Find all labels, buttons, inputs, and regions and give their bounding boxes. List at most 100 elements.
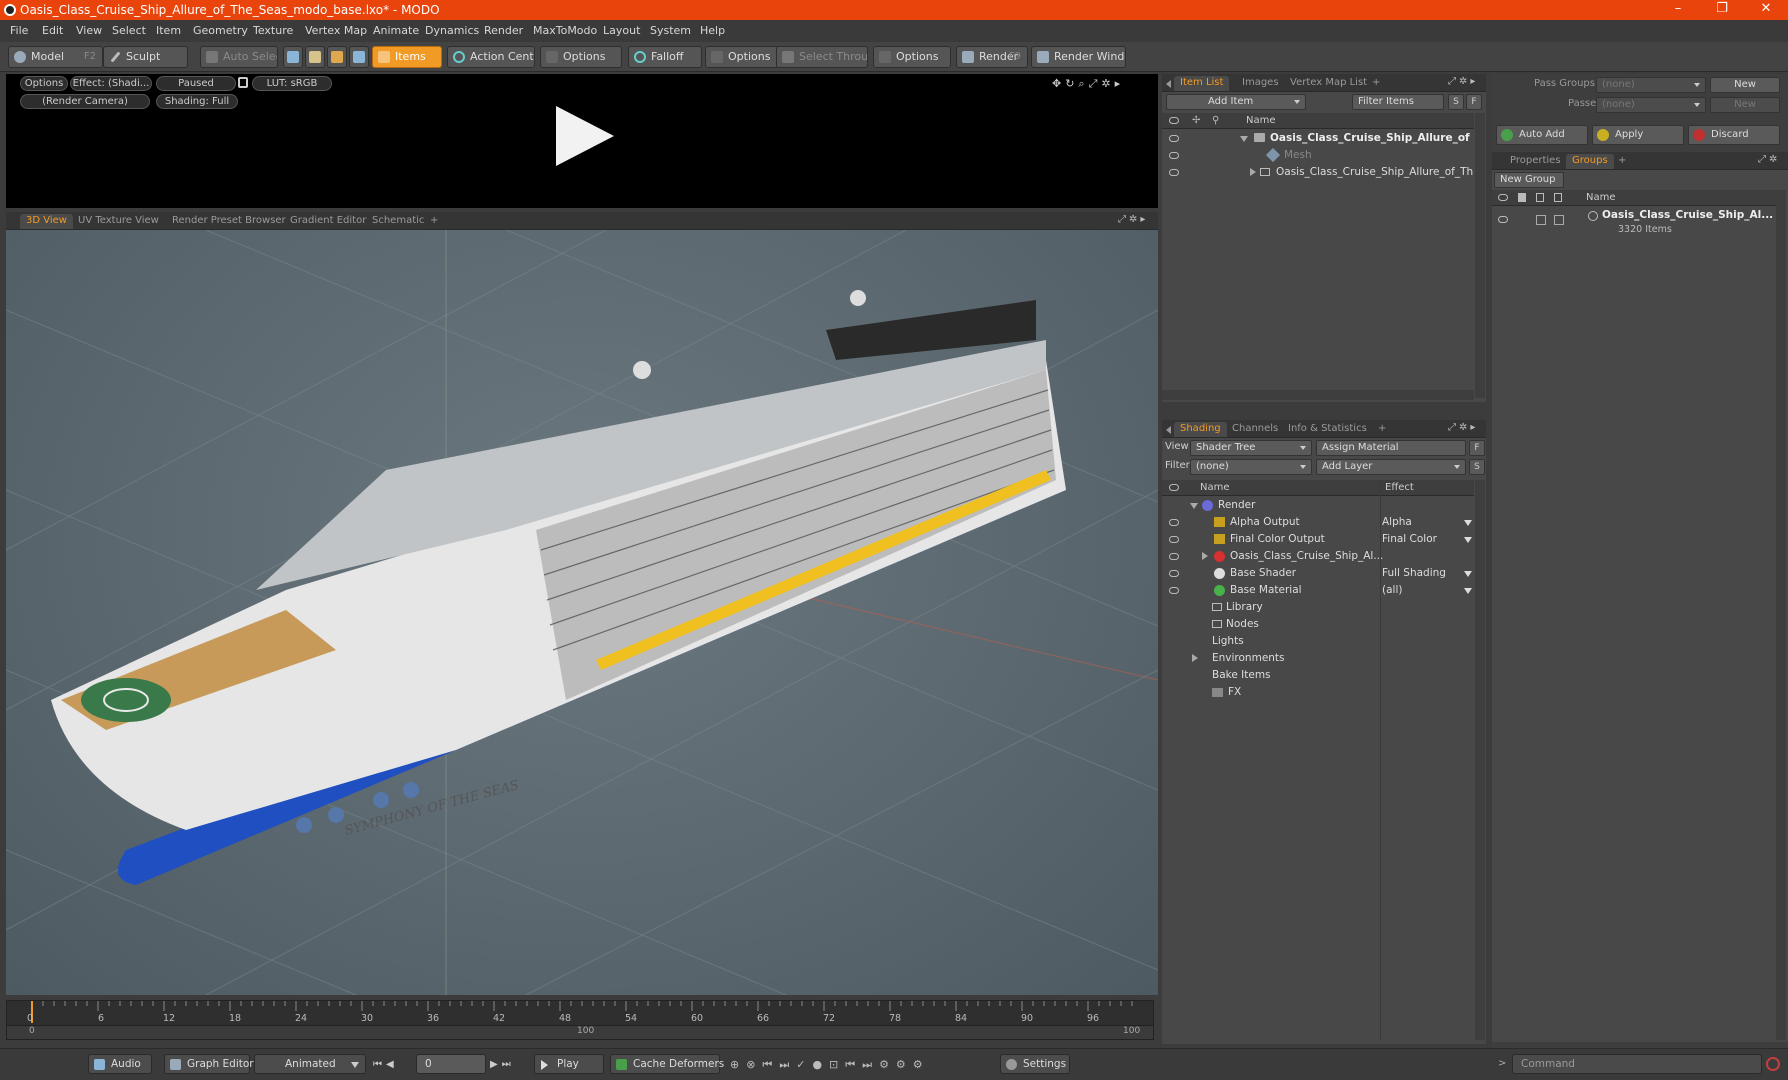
add-item-dropdown[interactable]: Add Item: [1166, 94, 1306, 110]
animated-dropdown[interactable]: Animated: [254, 1054, 366, 1074]
pass-groups-dropdown[interactable]: (none): [1596, 77, 1706, 93]
menu-dynamics[interactable]: Dynamics: [425, 24, 479, 37]
preview-shading-dropdown[interactable]: Shading: Full: [156, 94, 238, 109]
tab-add[interactable]: +: [424, 214, 444, 229]
materials-mode-button[interactable]: [349, 46, 369, 68]
menu-vertex-map[interactable]: Vertex Map: [305, 24, 367, 37]
add-layer-dropdown[interactable]: Add Layer: [1316, 459, 1466, 475]
item-list-s-button[interactable]: S: [1448, 94, 1464, 110]
preview-paused-toggle[interactable]: Paused: [156, 76, 236, 91]
audio-button[interactable]: Audio: [88, 1054, 152, 1074]
filter-items-input[interactable]: Filter Items: [1352, 94, 1444, 110]
shader-row-environments[interactable]: Environments: [1162, 650, 1474, 667]
item-list-panel-controls-icon[interactable]: ⤢✲▸: [1448, 76, 1478, 87]
select-checkbox[interactable]: [1554, 215, 1564, 225]
auto-select-button[interactable]: Auto Select: [200, 46, 278, 68]
auto-add-button[interactable]: Auto Add: [1496, 125, 1588, 145]
shading-s-button[interactable]: S: [1469, 459, 1485, 475]
settings-button[interactable]: Settings: [1000, 1054, 1070, 1074]
menu-geometry[interactable]: Geometry: [193, 24, 248, 37]
render-button[interactable]: Render F9: [956, 46, 1028, 68]
assign-material-button[interactable]: Assign Material: [1316, 440, 1466, 456]
item-list-scrollbar[interactable]: [1475, 113, 1485, 398]
items-mode-button[interactable]: Items: [372, 46, 442, 68]
shader-row-render[interactable]: Render: [1162, 497, 1474, 514]
falloff-options-button[interactable]: Options: [705, 46, 780, 68]
menu-maxtomodo[interactable]: MaxToModo: [533, 24, 597, 37]
expand-arrow-icon[interactable]: [1192, 654, 1198, 662]
menu-help[interactable]: Help: [700, 24, 725, 37]
shading-f-button[interactable]: F: [1469, 440, 1485, 456]
tab-add-groups[interactable]: +: [1612, 154, 1632, 169]
apply-button[interactable]: Apply: [1592, 125, 1684, 145]
graph-editor-button[interactable]: Graph Editor: [164, 1054, 254, 1074]
play-button[interactable]: Play: [534, 1054, 604, 1074]
vertices-mode-button[interactable]: [283, 46, 303, 68]
visibility-eye-icon[interactable]: [1169, 587, 1179, 594]
current-frame-input[interactable]: 0: [416, 1054, 486, 1074]
item-row-scene[interactable]: Oasis_Class_Cruise_Ship_Allure_of ...: [1162, 130, 1474, 147]
item-list-h-scrollbar[interactable]: [1162, 390, 1474, 400]
group-row[interactable]: Oasis_Class_Cruise_Ship_Al... 3320 Items: [1492, 208, 1776, 238]
shader-row-base-shader[interactable]: Base Shader Full Shading: [1162, 565, 1474, 582]
timeline-ruler[interactable]: 0 6 12 18 24 30 36 42 48 54 60 66 72 78 …: [6, 1000, 1154, 1040]
tab-vertex-map-list[interactable]: Vertex Map List: [1284, 76, 1373, 91]
shader-row-alpha-output[interactable]: Alpha Output Alpha: [1162, 514, 1474, 531]
command-input[interactable]: Command: [1512, 1054, 1762, 1074]
tab-groups[interactable]: Groups: [1566, 154, 1614, 169]
tab-info-statistics[interactable]: Info & Statistics: [1282, 422, 1373, 437]
sculpt-mode-button[interactable]: Sculpt: [103, 46, 188, 68]
render-preview-panel[interactable]: Options Effect: (Shadi... Paused LUT: sR…: [6, 74, 1158, 208]
visibility-eye-icon[interactable]: [1169, 135, 1179, 142]
item-list-f-button[interactable]: F: [1466, 94, 1482, 110]
view-tab-controls-icon[interactable]: ⤢✲▸: [1118, 214, 1148, 225]
shading-panel-controls-icon[interactable]: ⤢✲▸: [1448, 422, 1478, 433]
menu-layout[interactable]: Layout: [603, 24, 640, 37]
tab-item-list[interactable]: Item List: [1174, 76, 1230, 91]
minimize-button[interactable]: –: [1656, 0, 1700, 20]
visibility-eye-icon[interactable]: [1169, 519, 1179, 526]
restore-button[interactable]: ❐: [1700, 0, 1744, 20]
groups-panel-controls-icon[interactable]: ⤢✲: [1758, 154, 1780, 165]
3d-viewport[interactable]: SYMPHONY OF THE SEAS: [6, 230, 1158, 995]
tab-3d-view[interactable]: 3D View: [20, 214, 73, 229]
menu-animate[interactable]: Animate: [373, 24, 419, 37]
tab-shading[interactable]: Shading: [1174, 422, 1227, 437]
falloff-button[interactable]: Falloff: [628, 46, 702, 68]
shader-row-material-group[interactable]: Oasis_Class_Cruise_Ship_Al...: [1162, 548, 1474, 565]
command-record-icon[interactable]: [1766, 1057, 1780, 1071]
shader-row-nodes[interactable]: Nodes: [1162, 616, 1474, 633]
transport-back-icons[interactable]: ⏮◀: [373, 1059, 398, 1070]
visibility-eye-icon[interactable]: [1169, 570, 1179, 577]
shader-row-base-material[interactable]: Base Material (all): [1162, 582, 1474, 599]
visibility-eye-icon[interactable]: [1169, 152, 1179, 159]
tab-schematic[interactable]: Schematic: [366, 214, 430, 229]
menu-item[interactable]: Item: [156, 24, 181, 37]
expand-arrow-icon[interactable]: [1250, 168, 1256, 176]
select-through-options-button[interactable]: Options: [873, 46, 951, 68]
shader-tree-scrollbar[interactable]: [1475, 480, 1485, 1040]
shader-tree-dropdown[interactable]: Shader Tree: [1190, 440, 1312, 456]
visibility-eye-icon[interactable]: [1169, 553, 1179, 560]
animation-tool-icons[interactable]: ⊕⊗⏮⏭✓●⊡⏮⏭⚙⚙⚙: [730, 1058, 930, 1072]
transport-forward-icons[interactable]: ▶⏭: [490, 1059, 515, 1070]
preview-options-button[interactable]: Options: [20, 76, 68, 91]
menu-view[interactable]: View: [76, 24, 102, 37]
menu-system[interactable]: System: [650, 24, 691, 37]
action-center-options-button[interactable]: Options: [540, 46, 622, 68]
shader-row-library[interactable]: Library: [1162, 599, 1474, 616]
effect-dropdown-arrow[interactable]: [1464, 571, 1472, 577]
menu-render[interactable]: Render: [484, 24, 523, 37]
passes-dropdown[interactable]: (none): [1596, 97, 1706, 113]
tab-gradient-editor[interactable]: Gradient Editor: [284, 214, 372, 229]
new-pass-group-button[interactable]: New: [1710, 77, 1780, 93]
preview-nav-icons[interactable]: ✥↻⌕⤢✲▸: [1052, 77, 1124, 91]
menu-select[interactable]: Select: [112, 24, 146, 37]
shader-row-bake-items[interactable]: Bake Items: [1162, 667, 1474, 684]
visibility-eye-icon[interactable]: [1169, 169, 1179, 176]
visibility-eye-icon[interactable]: [1498, 216, 1508, 223]
effect-dropdown-arrow[interactable]: [1464, 520, 1472, 526]
menu-file[interactable]: File: [10, 24, 28, 37]
lock-icon[interactable]: [238, 77, 248, 88]
expand-arrow-icon[interactable]: [1240, 136, 1248, 142]
